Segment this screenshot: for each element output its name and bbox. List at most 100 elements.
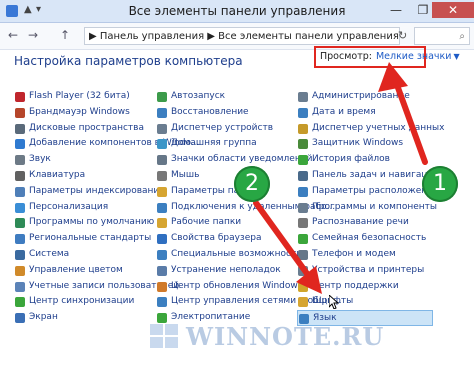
control-panel-item-label: История файлов: [312, 154, 390, 165]
minimize-button[interactable]: —: [383, 2, 409, 18]
close-button[interactable]: ✕: [432, 2, 474, 18]
control-panel-item[interactable]: Центр обновления Windows: [156, 279, 302, 295]
control-panel-item-label: Распознавание речи: [312, 217, 409, 228]
control-panel-item[interactable]: Устройства и принтеры: [297, 263, 437, 279]
control-panel-item[interactable]: Брандмауэр Windows: [14, 105, 154, 121]
forward-button[interactable]: →: [28, 28, 38, 42]
file-history-icon: [298, 155, 308, 166]
autoplay-icon: [157, 92, 167, 102]
control-panel-item[interactable]: Рабочие папки: [156, 215, 296, 231]
control-panel-item[interactable]: Диспетчер устройств: [156, 121, 296, 137]
control-panel-item-label: Звук: [29, 154, 51, 165]
action-center-icon: [298, 281, 308, 292]
control-panel-item-label: Защитник Windows: [312, 138, 404, 149]
control-panel-item[interactable]: Параметры расположения: [297, 184, 439, 200]
keyboard-icon: [15, 170, 25, 181]
control-panel-item[interactable]: Дата и время: [297, 105, 437, 121]
control-panel-item[interactable]: Программы и компоненты: [297, 200, 437, 216]
control-panel-item[interactable]: Шрифты: [297, 294, 437, 310]
admin-tools-icon: [298, 92, 308, 102]
browser-icon: [157, 234, 167, 245]
credentials-icon: [298, 123, 308, 134]
control-panel-item[interactable]: Региональные стандарты: [14, 231, 154, 247]
control-panel-item[interactable]: Программы по умолчанию: [14, 215, 154, 231]
control-panel-item[interactable]: Семейная безопасность: [297, 231, 437, 247]
address-field[interactable]: ▶ Панель управления ▶ Все элементы панел…: [84, 27, 400, 45]
view-by-selector[interactable]: Просмотр: Мелкие значки ▼: [314, 46, 460, 68]
control-panel-item-label: Параметры расположения: [312, 185, 439, 196]
control-panel-item-label: Брандмауэр Windows: [29, 106, 130, 117]
control-panel-item[interactable]: Управление цветом: [14, 263, 154, 279]
remote-connections-icon: [157, 202, 167, 213]
step-badge-2: 2: [234, 166, 270, 202]
control-panel-item[interactable]: Центр синхронизации: [14, 294, 154, 310]
folder-options-icon: [157, 186, 167, 197]
control-panel-item[interactable]: Восстановление: [156, 105, 296, 121]
control-panel-item[interactable]: Параметры папок: [156, 184, 296, 200]
control-panel-item[interactable]: Мышь: [156, 168, 296, 184]
control-panel-item[interactable]: Домашняя группа: [156, 136, 296, 152]
speech-icon: [298, 218, 308, 229]
control-panel-item-label: Региональные стандарты: [29, 233, 152, 244]
control-panel-item-label: Дата и время: [312, 106, 376, 117]
control-panel-item[interactable]: Персонализация: [14, 200, 154, 216]
control-panel-item[interactable]: Добавление компонентов в Windo...: [14, 136, 199, 152]
control-panel-item[interactable]: Свойства браузера: [156, 231, 296, 247]
search-input[interactable]: ⌕: [414, 27, 470, 45]
firewall-icon: [15, 107, 25, 118]
control-panel-item[interactable]: Телефон и модем: [297, 247, 437, 263]
accessibility-icon: [157, 249, 167, 260]
control-panel-item-label: Телефон и модем: [312, 248, 396, 259]
fonts-icon: [298, 297, 308, 308]
control-panel-item[interactable]: Диспетчер учетных данных: [297, 121, 444, 137]
control-panel-item[interactable]: Подключения к удаленным рабо...: [156, 200, 335, 216]
control-panel-item-label: Панель задач и навигация: [312, 169, 439, 180]
control-panel-item[interactable]: Система: [14, 247, 154, 263]
control-panel-item[interactable]: Устранение неполадок: [156, 263, 296, 279]
datetime-icon: [298, 107, 308, 118]
control-panel-item[interactable]: Специальные возможности: [156, 247, 302, 263]
control-panel-item[interactable]: Автозапуск: [156, 89, 296, 105]
step-badge-1: 1: [422, 166, 458, 202]
control-panel-item-label: Мышь: [171, 169, 200, 180]
control-panel-item[interactable]: Параметры индексирования: [14, 184, 165, 200]
control-panel-item-label: Устройства и принтеры: [312, 264, 425, 275]
control-panel-item[interactable]: Значки области уведомлений: [156, 152, 312, 168]
homegroup-icon: [157, 139, 167, 150]
control-panel-item[interactable]: Flash Player (32 бита): [14, 89, 154, 105]
refresh-button[interactable]: ↻: [398, 29, 407, 42]
location-icon: [298, 186, 308, 197]
control-panel-item[interactable]: История файлов: [297, 152, 437, 168]
control-panel-item[interactable]: Клавиатура: [14, 168, 154, 184]
control-panel-item-label: Семейная безопасность: [312, 233, 427, 244]
back-button[interactable]: ←: [8, 28, 18, 42]
control-panel-item[interactable]: Распознавание речи: [297, 215, 437, 231]
control-panel-item[interactable]: Учетные записи пользователей: [14, 279, 179, 295]
control-panel-item-label: Дисковые пространства: [29, 122, 144, 133]
control-panel-item-label: Устранение неполадок: [171, 264, 281, 275]
control-panel-item[interactable]: Защитник Windows: [297, 136, 437, 152]
network-center-icon: [157, 297, 167, 308]
control-panel-item[interactable]: Дисковые пространства: [14, 121, 154, 137]
control-panel-item[interactable]: Центр управления сетями и общи...: [156, 294, 342, 310]
chevron-down-icon[interactable]: ▼: [453, 52, 459, 61]
control-panel-item[interactable]: Панель задач и навигация: [297, 168, 439, 184]
control-panel-item[interactable]: Администрирование: [297, 89, 437, 105]
control-panel-item[interactable]: Экран: [14, 310, 154, 326]
programs-icon: [298, 202, 308, 213]
mouse-cursor-icon: [329, 295, 339, 309]
control-panel-item[interactable]: Центр поддержки: [297, 279, 437, 295]
control-panel-item-label: Центр обновления Windows: [171, 280, 303, 291]
display-icon: [15, 313, 25, 324]
view-by-value[interactable]: Мелкие значки: [376, 51, 452, 62]
up-button[interactable]: ↑: [60, 28, 70, 42]
items-column-1: Flash Player (32 бита) Брандмауэр Windows…: [14, 89, 199, 326]
system-icon: [15, 249, 25, 260]
control-panel-item-label: Центр поддержки: [312, 280, 399, 291]
add-features-icon: [15, 139, 25, 150]
control-panel-item-label: Система: [29, 248, 70, 259]
control-panel-item[interactable]: Звук: [14, 152, 154, 168]
sync-icon: [15, 297, 25, 308]
sound-icon: [15, 155, 25, 166]
control-panel-item-label: Клавиатура: [29, 169, 86, 180]
